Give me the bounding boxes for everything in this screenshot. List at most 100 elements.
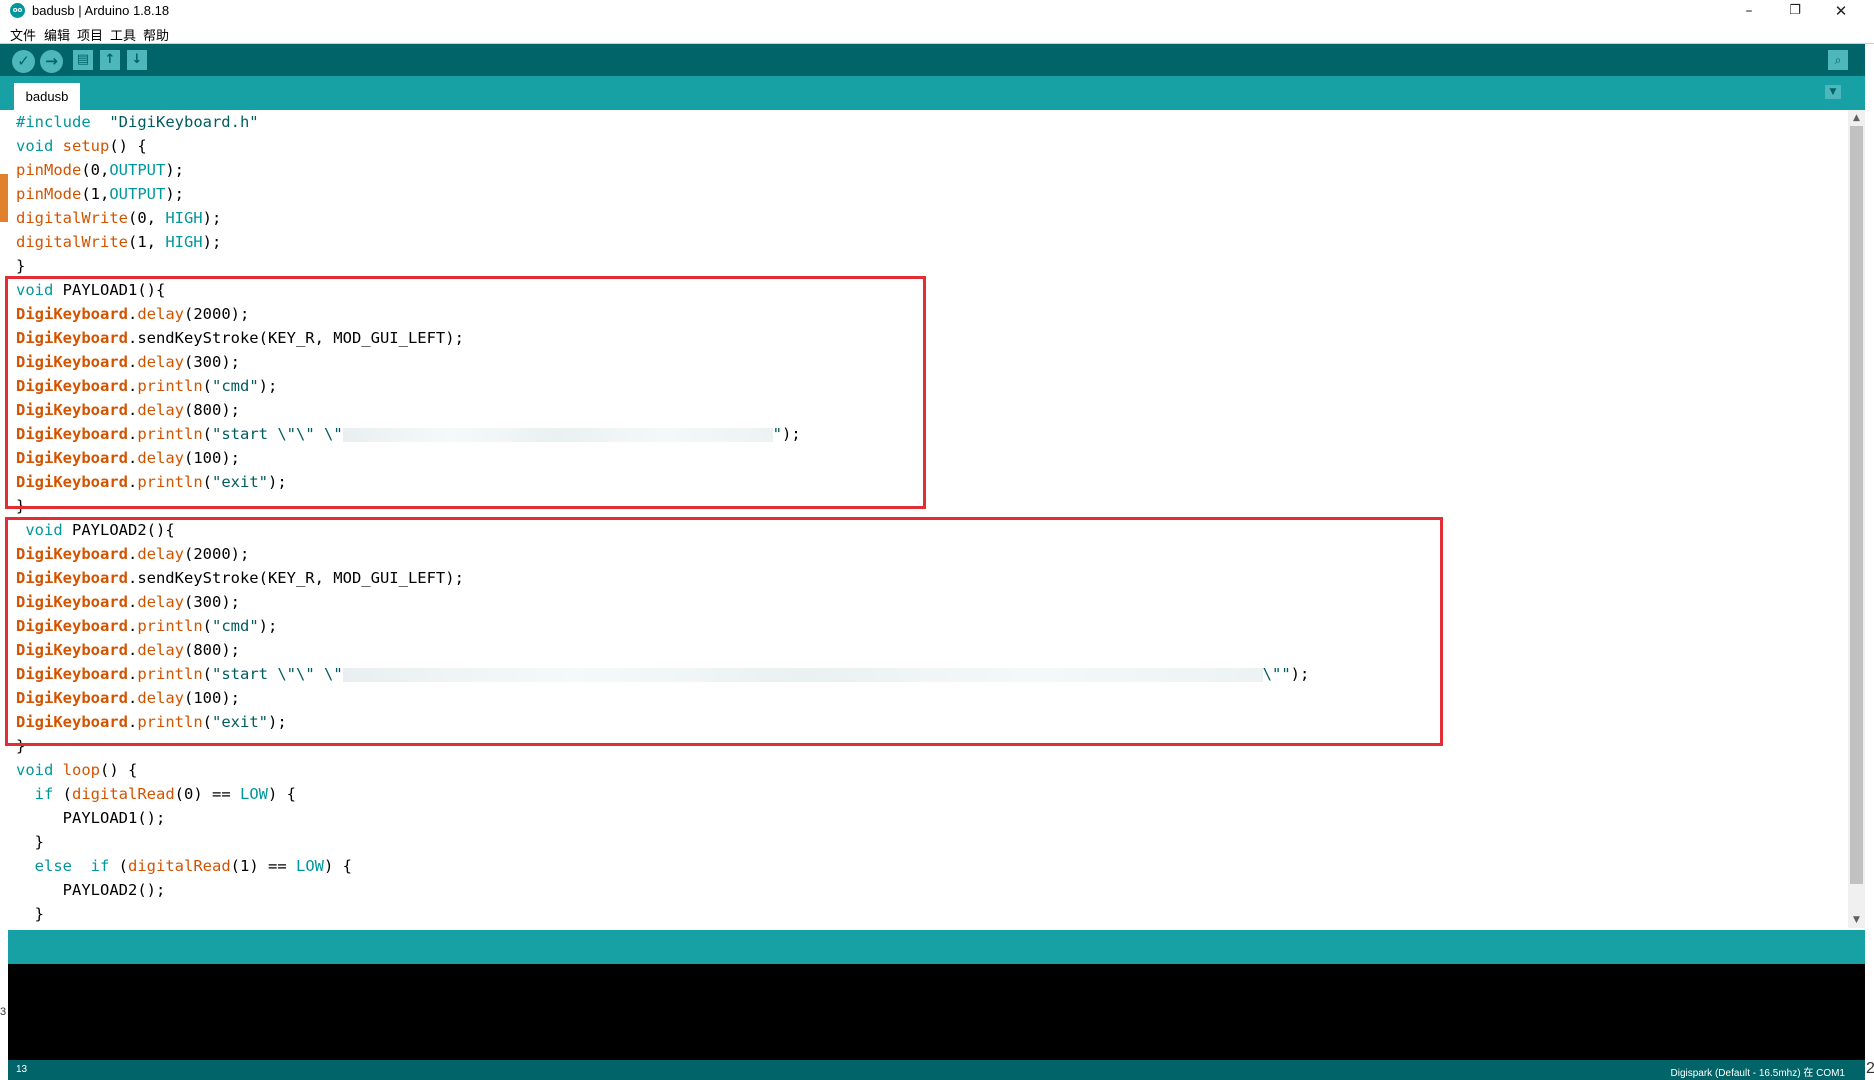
code-line: pinMode(0,OUTPUT); <box>8 158 1309 182</box>
code-token: } <box>16 257 26 275</box>
scroll-thumb[interactable] <box>1850 126 1863 884</box>
status-footer: 13 Digispark (Default - 16.5mhz) 在 COM1 <box>8 1060 1865 1080</box>
code-line: PAYLOAD2(); <box>8 878 1309 902</box>
code-token: digitalWrite <box>16 233 128 251</box>
code-line: digitalWrite(0, HIGH); <box>8 206 1309 230</box>
message-bar <box>8 930 1865 964</box>
code-line: } <box>8 830 1309 854</box>
toolbar: ✓ → ▤ ↑ ↓ ⌕ <box>0 44 1874 76</box>
code-token: pinMode <box>16 161 82 179</box>
menu-bar: 文件 编辑 项目 工具 帮助 <box>0 23 1874 44</box>
tab-menu-chevron-icon[interactable]: ▼ <box>1825 85 1841 99</box>
code-token: } <box>16 833 44 851</box>
code-token: loop <box>62 761 100 779</box>
code-token: setup <box>62 137 110 155</box>
code-token: (1, <box>81 185 110 203</box>
scroll-down-arrow-icon[interactable]: ▼ <box>1848 912 1865 928</box>
verify-icon[interactable]: ✓ <box>12 50 35 73</box>
restore-button[interactable]: ❐ <box>1772 0 1818 23</box>
output-console[interactable] <box>8 964 1865 1060</box>
code-token: "DigiKeyboard.h" <box>109 113 259 131</box>
code-line: digitalWrite(1, HIGH); <box>8 230 1309 254</box>
code-line: } <box>8 254 1309 278</box>
code-token: digitalRead <box>128 857 231 875</box>
save-sketch-icon[interactable]: ↓ <box>127 50 147 70</box>
code-line: pinMode(1,OUTPUT); <box>8 182 1309 206</box>
menu-help[interactable]: 帮助 <box>143 25 169 44</box>
arduino-logo-icon: oo <box>10 3 25 18</box>
window-title: badusb | Arduino 1.8.18 <box>32 3 170 18</box>
code-token: OUTPUT <box>109 185 166 203</box>
highlight-box-payload1 <box>5 276 926 509</box>
tab-badusb[interactable]: badusb <box>14 83 80 110</box>
code-token: #include <box>16 113 91 131</box>
code-token: LOW <box>296 857 324 875</box>
code-token: (1) == <box>230 857 296 875</box>
edge-digit-left: 3 <box>0 1006 7 1018</box>
code-line: else if (digitalRead(1) == LOW) { <box>8 854 1309 878</box>
code-token: ); <box>202 209 222 227</box>
title-bar: oo badusb | Arduino 1.8.18 – ❐ ✕ <box>0 0 1874 23</box>
code-token: OUTPUT <box>109 161 166 179</box>
right-window-edge <box>1865 44 1874 1080</box>
code-token: if <box>90 857 110 875</box>
menu-tools[interactable]: 工具 <box>110 25 136 44</box>
highlight-box-payload2 <box>5 517 1443 746</box>
board-port-info: Digispark (Default - 16.5mhz) 在 COM1 <box>1670 1068 1846 1079</box>
line-number-indicator: 13 <box>16 1064 28 1075</box>
code-token: (0) == <box>174 785 240 803</box>
code-line: void loop() { <box>8 758 1309 782</box>
code-token: (0, <box>81 161 110 179</box>
code-line: void setup() { <box>8 134 1309 158</box>
code-token: ) { <box>324 857 352 875</box>
code-token: } <box>16 905 44 923</box>
code-token: else <box>34 857 72 875</box>
scroll-up-arrow-icon[interactable]: ▲ <box>1848 110 1865 126</box>
code-token: ) { <box>268 785 296 803</box>
code-line: #include "DigiKeyboard.h" <box>8 110 1309 134</box>
menu-sketch[interactable]: 项目 <box>77 25 103 44</box>
code-token: ); <box>165 185 184 203</box>
code-token: PAYLOAD2(); <box>16 881 166 899</box>
code-token: (1, <box>127 233 166 251</box>
code-token: ( <box>53 785 73 803</box>
code-line: } <box>8 902 1309 926</box>
serial-monitor-icon[interactable]: ⌕ <box>1828 50 1848 70</box>
minimize-button[interactable]: – <box>1726 0 1772 23</box>
new-sketch-icon[interactable]: ▤ <box>73 50 93 70</box>
tab-bar: badusb ▼ <box>0 76 1874 110</box>
close-button[interactable]: ✕ <box>1818 0 1864 23</box>
code-token: PAYLOAD1(); <box>16 809 166 827</box>
code-token: HIGH <box>165 233 203 251</box>
code-token: ); <box>202 233 222 251</box>
menu-edit[interactable]: 编辑 <box>44 25 70 44</box>
code-line: PAYLOAD1(); <box>8 806 1309 830</box>
code-token: if <box>34 785 54 803</box>
editor-scrollbar[interactable]: ▲ ▼ <box>1848 110 1865 928</box>
gutter-marker <box>0 174 8 222</box>
open-sketch-icon[interactable]: ↑ <box>100 50 120 70</box>
code-token: void <box>16 761 54 779</box>
menu-file[interactable]: 文件 <box>10 25 36 44</box>
code-token: ( <box>109 857 129 875</box>
edge-digit-right: 2 <box>1866 1060 1874 1077</box>
code-token: () { <box>100 761 138 779</box>
code-token: HIGH <box>165 209 203 227</box>
code-token: () { <box>109 137 147 155</box>
code-token: LOW <box>240 785 268 803</box>
left-console-edge <box>0 930 8 1080</box>
console-scrollbar[interactable] <box>1865 964 1874 994</box>
code-token: (0, <box>127 209 166 227</box>
code-token: digitalWrite <box>16 209 128 227</box>
code-token: void <box>16 137 54 155</box>
upload-icon[interactable]: → <box>40 50 63 73</box>
code-token: pinMode <box>16 185 82 203</box>
code-token: digitalRead <box>72 785 175 803</box>
code-token: ); <box>165 161 184 179</box>
